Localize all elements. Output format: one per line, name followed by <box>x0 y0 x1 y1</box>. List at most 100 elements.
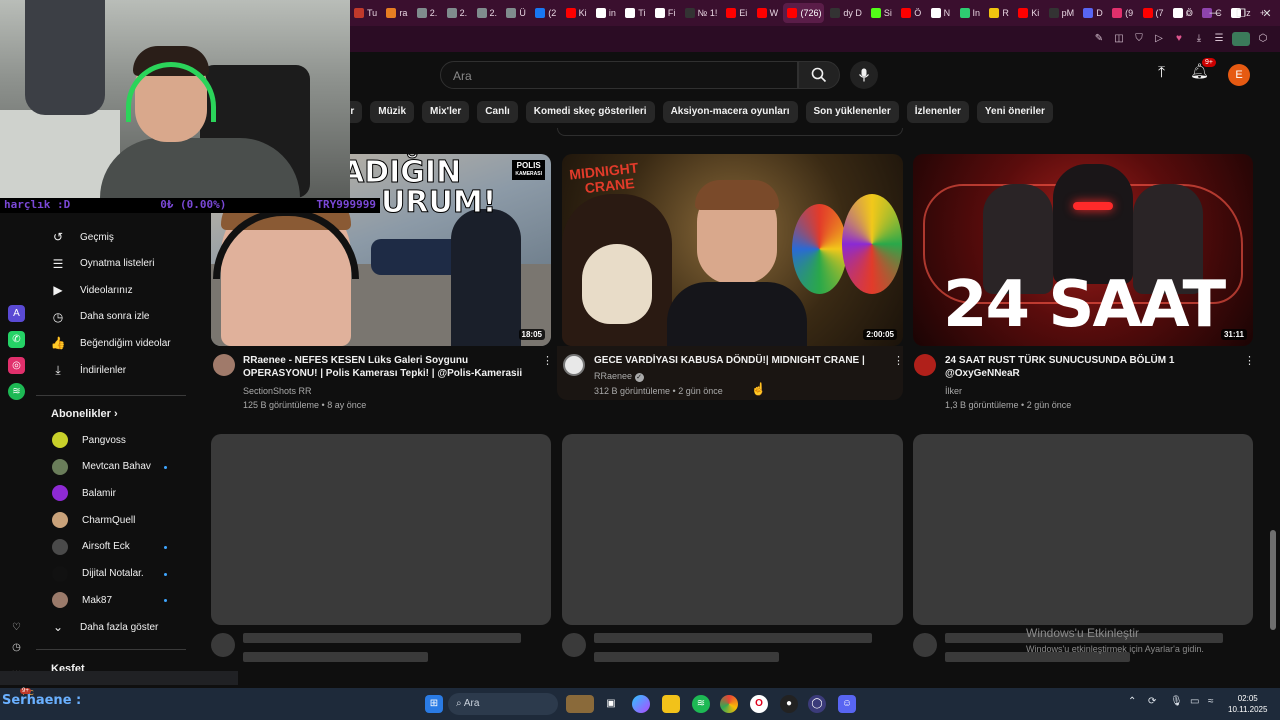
chrome-icon[interactable] <box>720 695 738 713</box>
spotify-icon[interactable]: ≋ <box>8 383 25 400</box>
browser-tab[interactable]: (726) <box>783 3 825 23</box>
subscription-item[interactable]: Balamir <box>52 481 172 505</box>
browser-tab[interactable]: № 1! <box>681 3 721 23</box>
subscriptions-heading[interactable]: Abonelikler › <box>51 408 118 420</box>
browser-tab[interactable]: W <box>753 3 782 23</box>
instagram-icon[interactable]: ◎ <box>8 357 25 374</box>
heart-icon[interactable]: ♥ <box>1172 32 1186 46</box>
upload-icon[interactable]: ⤒ <box>1158 64 1165 82</box>
tray-wifi-icon[interactable]: ≈ <box>1208 696 1214 707</box>
browser-tab[interactable]: Ei <box>722 3 750 23</box>
file-explorer-icon[interactable] <box>662 695 680 713</box>
browser-tab[interactable]: Ö <box>897 3 924 23</box>
mic-button[interactable] <box>850 61 878 89</box>
browser-tab[interactable]: 2. <box>413 3 441 23</box>
play-icon[interactable]: ▷ <box>1152 32 1166 46</box>
more-options-icon[interactable]: ⋮ <box>1244 354 1255 367</box>
filter-chip[interactable]: Komedi skeç gösterileri <box>525 101 655 123</box>
subscription-item[interactable]: Pangvoss <box>52 428 172 452</box>
search-tabs-icon[interactable]: ⌕ <box>1176 7 1202 20</box>
browser-tab[interactable]: ra <box>382 3 410 23</box>
browser-tab[interactable]: in <box>592 3 619 23</box>
sidebar-item[interactable]: ☰ Oynatma listeleri <box>50 252 190 276</box>
subscription-item[interactable]: CharmQuell <box>52 508 172 532</box>
browser-tab[interactable]: (2 <box>531 3 559 23</box>
browser-tab[interactable]: In <box>956 3 984 23</box>
edit-icon[interactable]: ✎ <box>1092 32 1106 46</box>
settings-icon[interactable]: ⬡ <box>1256 32 1270 46</box>
browser-tab[interactable]: D <box>1079 3 1106 23</box>
filter-chip[interactable]: Canlı <box>477 101 518 123</box>
search-input[interactable]: Ara <box>440 61 798 89</box>
maximize-button[interactable]: ❐ <box>1228 7 1254 20</box>
account-avatar[interactable]: E <box>1228 64 1250 86</box>
filter-chip[interactable]: İzlenenler <box>906 101 969 123</box>
browser-tab[interactable]: Ki <box>1014 3 1042 23</box>
obs-icon[interactable]: ● <box>780 695 798 713</box>
sidebar-item[interactable]: ↺ Geçmiş <box>50 225 190 249</box>
browser-tab[interactable]: Ki <box>562 3 590 23</box>
copilot-icon[interactable] <box>632 695 650 713</box>
windows-start-icon[interactable]: ⊞ <box>425 695 443 713</box>
sidebar-item[interactable]: ⤓ İndirilenler <box>50 358 190 382</box>
app-icon[interactable]: ◯ <box>808 695 826 713</box>
subscription-item[interactable]: Mevtcan Bahav <box>52 455 172 479</box>
browser-tab[interactable]: 2. <box>473 3 501 23</box>
video-title[interactable]: RRaenee - NEFES KESEN Lüks Galeri Soygun… <box>243 354 533 380</box>
tray-chevron-icon[interactable]: ⌃ <box>1128 696 1136 707</box>
minimize-button[interactable]: — <box>1202 7 1228 19</box>
clock-icon[interactable]: ◷ <box>8 639 25 656</box>
filter-chip[interactable]: Müzik <box>370 101 415 123</box>
spotify-icon[interactable]: ≋ <box>692 695 710 713</box>
filter-chip[interactable]: Mix'ler <box>422 101 470 123</box>
close-button[interactable]: ✕ <box>1254 7 1280 20</box>
opera-icon[interactable]: O <box>750 695 768 713</box>
channel-name[interactable]: SectionShots RR <box>243 384 312 398</box>
video-thumbnail[interactable]: MIDNIGHT CRANE 2:00:05 <box>562 154 903 346</box>
menu-icon[interactable]: ☰ <box>1212 32 1226 46</box>
browser-tab[interactable]: dy D <box>826 3 865 23</box>
browser-tab[interactable]: N <box>927 3 954 23</box>
browser-tab[interactable]: (9 <box>1108 3 1136 23</box>
tray-mic-icon[interactable]: 🎙︎ <box>1170 696 1183 707</box>
subscription-item[interactable]: Mak87 <box>52 588 172 612</box>
sidebar-item[interactable]: ▶ Videolarınız <box>50 278 190 302</box>
discord-icon[interactable]: ☺ <box>838 695 856 713</box>
browser-tab[interactable]: Si <box>867 3 895 23</box>
tray-display-icon[interactable]: ▭ <box>1190 696 1199 707</box>
video-thumbnail[interactable]: 24 SAAT 31:11 <box>913 154 1253 346</box>
heart-icon[interactable]: ♡ <box>8 619 25 636</box>
video-title[interactable]: GECE VARDİYASI KABUSA DÖNDÜ!| MIDNIGHT C… <box>594 354 884 367</box>
shield-icon[interactable]: ⛉ <box>1132 32 1146 46</box>
subscription-item[interactable]: Airsoft Eck <box>52 535 172 559</box>
channel-avatar[interactable] <box>914 354 936 376</box>
browser-tab[interactable]: Fi <box>651 3 679 23</box>
sidebar-item[interactable]: ◷ Daha sonra izle <box>50 305 190 329</box>
subscription-item[interactable]: Dijital Notalar. <box>52 562 172 586</box>
more-options-icon[interactable]: ⋮ <box>893 354 904 367</box>
channel-name[interactable]: RRaenee ✓ <box>594 369 644 383</box>
screenshot-icon[interactable]: ◫ <box>1112 32 1126 46</box>
browser-tab[interactable]: Ü <box>502 3 529 23</box>
browser-tab[interactable]: 2. <box>443 3 471 23</box>
whatsapp-icon[interactable]: ✆ <box>8 331 25 348</box>
browser-tab[interactable]: Tu <box>350 3 380 23</box>
browser-tab[interactable]: Ti <box>621 3 649 23</box>
channel-avatar[interactable] <box>563 354 585 376</box>
show-more-button[interactable]: ⌄ Daha fazla göster <box>50 615 190 639</box>
filter-chip[interactable]: Yeni öneriler <box>976 101 1053 123</box>
filter-chip[interactable]: Son yüklenenler <box>805 101 899 123</box>
channel-name[interactable]: İlker <box>945 384 962 398</box>
tray-sync-icon[interactable]: ⟳ <box>1148 696 1156 707</box>
browser-tab[interactable]: (7 <box>1139 3 1167 23</box>
task-view-icon[interactable]: ▣ <box>602 695 620 713</box>
scrollbar-thumb[interactable] <box>1270 530 1276 630</box>
browser-tab[interactable]: R <box>985 3 1012 23</box>
game-widget-icon[interactable] <box>566 695 594 713</box>
extension-icon[interactable] <box>1232 32 1250 46</box>
taskbar-search[interactable]: ⌕ Ara <box>448 693 558 715</box>
more-options-icon[interactable]: ⋮ <box>542 354 553 367</box>
video-title[interactable]: 24 SAAT RUST TÜRK SUNUCUSUNDA BÖLÜM 1 @Ox… <box>945 354 1235 380</box>
taskbar-clock[interactable]: 02:05 10.11.2025 <box>1228 693 1267 715</box>
aria-icon[interactable]: A <box>8 305 25 322</box>
